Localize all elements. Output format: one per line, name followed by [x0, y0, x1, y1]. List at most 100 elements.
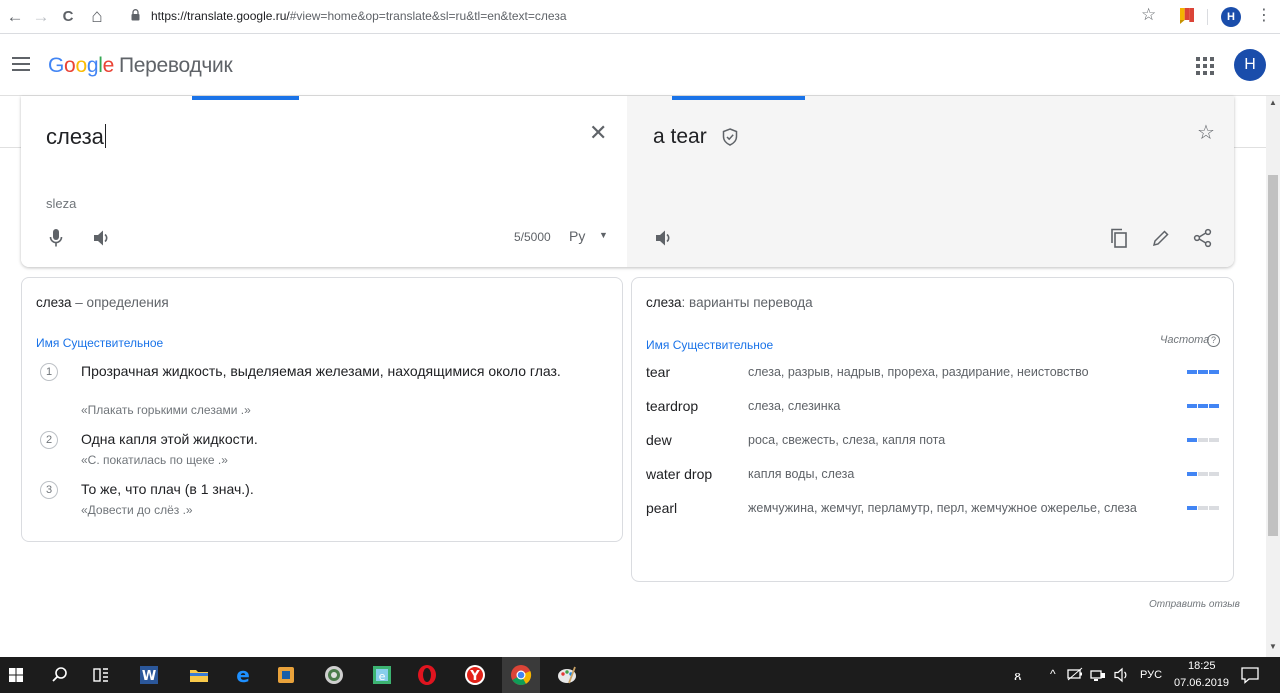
- address-bar[interactable]: https://translate.google.ru/#view=home&o…: [151, 9, 567, 23]
- frequency-bar: [1187, 438, 1220, 442]
- task-view-icon[interactable]: [89, 663, 113, 687]
- product-name: Переводчик: [118, 54, 233, 77]
- definition-number: 3: [40, 481, 58, 499]
- target-language-tab-indicator: [672, 96, 805, 100]
- copy-icon[interactable]: [1109, 228, 1129, 248]
- chevron-down-icon[interactable]: ▼: [599, 230, 608, 240]
- translation-synonyms: жемчужина, жемчуг, перламутр, перл, жемч…: [748, 501, 1137, 515]
- send-feedback-link[interactable]: Отправить отзыв: [1149, 599, 1240, 610]
- windows-start-icon[interactable]: [4, 663, 28, 687]
- scrollbar-thumb[interactable]: [1268, 175, 1278, 536]
- edit-pencil-icon[interactable]: [1152, 229, 1170, 247]
- chrome-browser-icon[interactable]: [509, 663, 533, 687]
- paint-app-icon[interactable]: [555, 663, 579, 687]
- tray-expand-icon[interactable]: ^: [1050, 667, 1056, 681]
- frequency-bar: [1187, 404, 1220, 408]
- save-translation-star-icon[interactable]: ☆: [1197, 122, 1215, 144]
- clock-date[interactable]: 07.06.2019: [1174, 677, 1229, 689]
- frequency-label: Частота: [1160, 334, 1210, 346]
- part-of-speech-label: Имя Существительное: [646, 338, 774, 352]
- reload-button[interactable]: C: [57, 6, 79, 28]
- source-language-tab-indicator: [192, 96, 299, 100]
- clock-time[interactable]: 18:25: [1188, 660, 1216, 672]
- translation-word[interactable]: teardrop: [646, 398, 698, 414]
- forward-button[interactable]: →: [30, 6, 52, 28]
- home-button[interactable]: ⌂: [86, 6, 108, 28]
- account-avatar[interactable]: Н: [1234, 49, 1266, 81]
- yandex-browser-icon[interactable]: Y: [463, 663, 487, 687]
- svg-text:e: e: [236, 663, 250, 687]
- url-path: #view=home&op=translate&sl=ru&tl=en&text…: [289, 9, 567, 23]
- input-language-indicator[interactable]: РУС: [1140, 669, 1162, 681]
- translation-synonyms: слеза, разрыв, надрыв, прореха, раздиран…: [748, 365, 1089, 379]
- battery-icon[interactable]: [1067, 667, 1083, 683]
- verified-shield-icon[interactable]: [722, 128, 738, 146]
- translation-word[interactable]: dew: [646, 432, 672, 448]
- back-button[interactable]: ←: [4, 6, 26, 28]
- share-icon[interactable]: [1193, 228, 1213, 248]
- frequency-help-icon[interactable]: ?: [1207, 334, 1220, 347]
- translations-title: слеза: варианты перевода: [646, 295, 813, 310]
- opera-browser-icon[interactable]: [415, 663, 439, 687]
- photo-app-icon[interactable]: e: [370, 663, 394, 687]
- app-header: Google Переводчик Н: [0, 35, 1280, 96]
- listen-source-speaker-icon[interactable]: [93, 229, 111, 247]
- translation-word[interactable]: water drop: [646, 466, 712, 482]
- definition-text: То же, что плач (в 1 знач.).: [81, 481, 254, 497]
- clear-source-button[interactable]: ✕: [589, 122, 607, 144]
- search-icon[interactable]: [48, 663, 72, 687]
- notifications-icon[interactable]: [1240, 665, 1260, 685]
- main-menu-icon[interactable]: [12, 57, 30, 71]
- browser-toolbar: ← → C ⌂ https://translate.google.ru/#vie…: [0, 0, 1280, 34]
- scroll-up-arrow-icon[interactable]: ▲: [1269, 98, 1277, 107]
- url-host: https://translate.google.ru/: [151, 9, 290, 23]
- definitions-card: слеза – определения Имя Существительное …: [21, 277, 623, 542]
- svg-text:e: e: [379, 670, 386, 683]
- page-scrollbar[interactable]: ▲ ▼: [1266, 96, 1280, 657]
- media-player-icon[interactable]: [274, 663, 298, 687]
- google-translate-logo[interactable]: Google Переводчик: [48, 54, 233, 78]
- scroll-down-arrow-icon[interactable]: ▼: [1269, 642, 1277, 651]
- translation-synonyms: роса, свежесть, слеза, капля пота: [748, 433, 946, 447]
- network-icon[interactable]: [1090, 667, 1106, 683]
- svg-text:W: W: [142, 669, 156, 684]
- definitions-title: слеза – определения: [36, 295, 169, 310]
- toolbar-separator: [1207, 9, 1208, 25]
- google-apps-icon[interactable]: [1196, 57, 1214, 75]
- windows-taskbar: W e e Y ጸ ^ РУС 18:25 07.06.2019: [0, 657, 1280, 693]
- svg-text:Y: Y: [469, 669, 480, 684]
- microphone-icon[interactable]: [49, 229, 63, 247]
- people-icon[interactable]: ጸ: [1014, 668, 1022, 684]
- definition-number: 2: [40, 431, 58, 449]
- volume-icon[interactable]: [1114, 667, 1130, 683]
- app-circle-icon[interactable]: [322, 663, 346, 687]
- translation-word[interactable]: pearl: [646, 500, 677, 516]
- edge-browser-icon[interactable]: e: [231, 663, 255, 687]
- definition-example: «Плакать горькими слезами .»: [81, 403, 251, 417]
- frequency-bar: [1187, 370, 1220, 374]
- word-app-icon[interactable]: W: [137, 663, 161, 687]
- source-text-input[interactable]: слеза: [46, 124, 106, 150]
- definition-example: «Довести до слёз .»: [81, 503, 193, 517]
- browser-menu-icon[interactable]: ⋮: [1256, 6, 1272, 26]
- source-panel: слеза ✕ sleza 5/5000 Ру ▼: [21, 96, 627, 267]
- translations-card: слеза: варианты перевода Частота ? Имя С…: [631, 277, 1234, 582]
- definition-text: Прозрачная жидкость, выделяемая железами…: [81, 363, 561, 379]
- browser-profile-avatar[interactable]: H: [1221, 7, 1241, 27]
- translation-word[interactable]: tear: [646, 364, 670, 380]
- frequency-bar: [1187, 472, 1220, 476]
- translation-synonyms: слеза, слезинка: [748, 399, 841, 413]
- file-explorer-icon[interactable]: [187, 663, 211, 687]
- definition-example: «С. покатилась по щеке .»: [81, 453, 228, 467]
- listen-translation-speaker-icon[interactable]: [655, 229, 673, 247]
- target-panel: a tear ☆: [627, 96, 1234, 267]
- character-count: 5/5000: [514, 230, 551, 244]
- frequency-bar: [1187, 506, 1220, 510]
- extension-flag-icon[interactable]: [1180, 8, 1194, 24]
- bookmark-star-icon[interactable]: ☆: [1141, 5, 1156, 25]
- lock-icon[interactable]: [131, 9, 140, 21]
- keyboard-language-selector[interactable]: Ру: [569, 228, 585, 244]
- transliteration: sleza: [46, 196, 77, 211]
- translation-card: слеза ✕ sleza 5/5000 Ру ▼ a tear ☆: [21, 96, 1234, 267]
- translation-result: a tear: [653, 125, 707, 148]
